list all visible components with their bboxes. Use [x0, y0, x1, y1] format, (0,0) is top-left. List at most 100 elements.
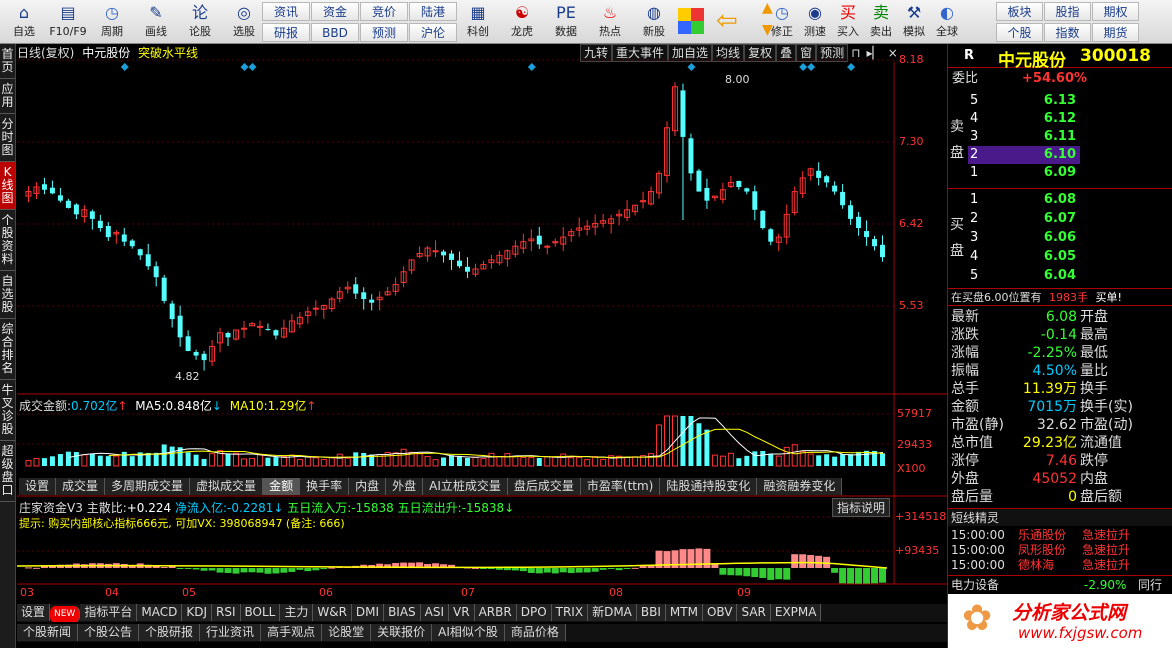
indicator-tab[interactable]: 盘后成交量	[507, 478, 581, 495]
buy-level-row[interactable]: 3 6.06	[968, 229, 1080, 247]
indicator-explain-button[interactable]: 指标说明	[832, 498, 891, 517]
bottom-tab[interactable]: ASI	[420, 604, 450, 621]
bottom-tab[interactable]: 主力	[280, 604, 314, 621]
left-tab-6[interactable]: 综合排名	[0, 319, 15, 380]
toolbar-link-button[interactable]: 预测	[360, 23, 408, 42]
left-tab-0[interactable]: 首页	[0, 44, 15, 79]
indicator-tab[interactable]: AI立桩成交量	[423, 478, 508, 495]
toolbar-link-button[interactable]: 沪伦	[409, 23, 457, 42]
news-tab[interactable]: 行业资讯	[200, 624, 262, 641]
toolbar-home-button[interactable]: ⌂ 自选	[2, 0, 46, 44]
left-tab-1[interactable]: 应用	[0, 79, 15, 114]
bottom-tab[interactable]: DMI	[351, 604, 385, 621]
indicator-tab[interactable]: 虚拟成交量	[190, 478, 264, 495]
indicator-tab[interactable]: 成交量	[56, 478, 106, 495]
sell-level-row[interactable]: 1 6.09	[968, 164, 1080, 182]
toolbar-link-button[interactable]: 资讯	[262, 2, 310, 21]
bottom-tab[interactable]: BOLL	[240, 604, 281, 621]
toolbar-market-button[interactable]: 个股	[996, 23, 1043, 42]
bottom-tab[interactable]: RSI	[212, 604, 241, 621]
toolbar-dragon-button[interactable]: ☯ 龙虎	[500, 0, 544, 44]
bottom-tab[interactable]: KDJ	[182, 604, 212, 621]
indicator-tab[interactable]: 陆股通持股变化	[660, 478, 758, 495]
sell-level-row[interactable]: 4 6.12	[968, 110, 1080, 128]
bottom-tab[interactable]: EXPMA	[770, 604, 822, 621]
news-tab[interactable]: AI相似个股	[432, 624, 505, 641]
news-tab[interactable]: 高手观点	[261, 624, 323, 641]
news-tab[interactable]: 个股新闻	[17, 624, 79, 641]
left-tab-2[interactable]: 分时图	[0, 114, 15, 162]
toolbar-market-button[interactable]: 股指	[1044, 2, 1091, 21]
bottom-tab[interactable]: ARBR	[474, 604, 517, 621]
news-tab[interactable]: 个股研报	[139, 624, 201, 641]
news-tab[interactable]: 论股堂	[322, 624, 372, 641]
back-arrow-icon[interactable]: ⇦	[716, 6, 738, 36]
bottom-tab[interactable]: BBI	[636, 604, 666, 621]
bottom-tab[interactable]: 新DMA	[588, 604, 637, 621]
buy-level-row[interactable]: 5 6.04	[968, 267, 1080, 285]
flow-row[interactable]: 15:00:00 德林海 急速拉升	[948, 558, 1172, 573]
left-tab-8[interactable]: 超级盘口	[0, 441, 15, 502]
left-tab-4[interactable]: 个股资料	[0, 210, 15, 271]
news-tab[interactable]: 个股公告	[78, 624, 140, 641]
sell-level-row[interactable]: 5 6.13	[968, 92, 1080, 110]
left-tab-5[interactable]: 自选股	[0, 271, 15, 319]
toolbar-chart-button[interactable]: ▦ 科创	[456, 0, 500, 44]
toolbar-hot-button[interactable]: ♨ 热点	[588, 0, 632, 44]
toolbar-new-stock-button[interactable]: ◍ 新股	[632, 0, 676, 44]
indicator-tab[interactable]: 金额	[263, 478, 301, 495]
indicator-tab[interactable]: 市盈率(ttm)	[580, 478, 661, 495]
bottom-tab[interactable]: OBV	[702, 604, 738, 621]
bottom-tab[interactable]: BIAS	[384, 604, 421, 621]
news-tab[interactable]: 关联报价	[371, 624, 433, 641]
up-arrow-icon[interactable]: ▲	[762, 0, 773, 16]
indicator-tab[interactable]: 内盘	[349, 478, 387, 495]
toolbar-pencil-button[interactable]: ✎ 画线	[134, 0, 178, 44]
toolbar-link-button[interactable]: 竞价	[360, 2, 408, 21]
bottom-tab[interactable]: MACD	[137, 604, 183, 621]
toolbar-market-button[interactable]: 期权	[1092, 2, 1139, 21]
bottom-tab[interactable]: SAR	[737, 604, 771, 621]
sector-more[interactable]: 同行	[1138, 576, 1162, 593]
bottom-tab[interactable]: 指标平台	[80, 604, 138, 621]
toolbar-clock-button[interactable]: ◷ 周期	[90, 0, 134, 44]
sector-name[interactable]: 电力设备	[951, 578, 999, 592]
toolbar-market-button[interactable]: 期货	[1092, 23, 1139, 42]
indicator-tab[interactable]: 外盘	[386, 478, 424, 495]
toolbar-market-button[interactable]: 指数	[1044, 23, 1091, 42]
bottom-tab[interactable]: W&R	[313, 604, 352, 621]
bottom-tab[interactable]: NEW	[50, 606, 81, 622]
bottom-tab[interactable]: MTM	[665, 604, 703, 621]
buy-level-row[interactable]: 4 6.05	[968, 248, 1080, 266]
flow-row[interactable]: 15:00:00 乐通股份 急速拉升	[948, 528, 1172, 543]
bottom-tab[interactable]: VR	[449, 604, 475, 621]
toolbar-link-button[interactable]: BBD	[311, 23, 359, 42]
sell-level-row[interactable]: 2 6.10	[968, 146, 1080, 164]
toolbar-chat-button[interactable]: 论论股	[178, 0, 222, 44]
indicator-tab[interactable]: 换手率	[300, 478, 350, 495]
indicator-tab[interactable]: 融资融券变化	[757, 478, 843, 495]
bottom-tab[interactable]: 设置	[17, 604, 51, 621]
toolbar-link-button[interactable]: 资金	[311, 2, 359, 21]
toolbar-globe-button[interactable]: ◐ 全球	[925, 0, 969, 44]
left-tab-3[interactable]: K线图	[0, 162, 15, 210]
flow-title[interactable]: 短线精灵	[951, 511, 999, 525]
down-arrow-icon[interactable]: ▼	[762, 22, 773, 38]
bottom-tab[interactable]: DPO	[516, 604, 552, 621]
toolbar-market-button[interactable]: 板块	[996, 2, 1043, 21]
bottom-tab[interactable]: TRIX	[551, 604, 589, 621]
toolbar-f10-button[interactable]: ▤ F10/F9	[46, 0, 90, 44]
buy-level-row[interactable]: 1 6.08	[968, 191, 1080, 209]
toolbar-link-button[interactable]: 陆港	[409, 2, 457, 21]
toolbar-pe-button[interactable]: PE 数据	[544, 0, 588, 44]
news-tab[interactable]: 商品价格	[504, 624, 566, 641]
toolbar-chart-search-button[interactable]: ◎ 选股	[222, 0, 266, 44]
indicator-tab[interactable]: 设置	[19, 478, 57, 495]
color-grid-icon[interactable]	[678, 8, 704, 34]
buy-level-row[interactable]: 2 6.07	[968, 210, 1080, 228]
indicator-tab[interactable]: 多周期成交量	[105, 478, 191, 495]
sell-level-row[interactable]: 3 6.11	[968, 128, 1080, 146]
flow-row[interactable]: 15:00:00 凤形股份 急速拉升	[948, 543, 1172, 558]
left-tab-7[interactable]: 牛叉诊股	[0, 380, 15, 441]
toolbar-link-button[interactable]: 研报	[262, 23, 310, 42]
